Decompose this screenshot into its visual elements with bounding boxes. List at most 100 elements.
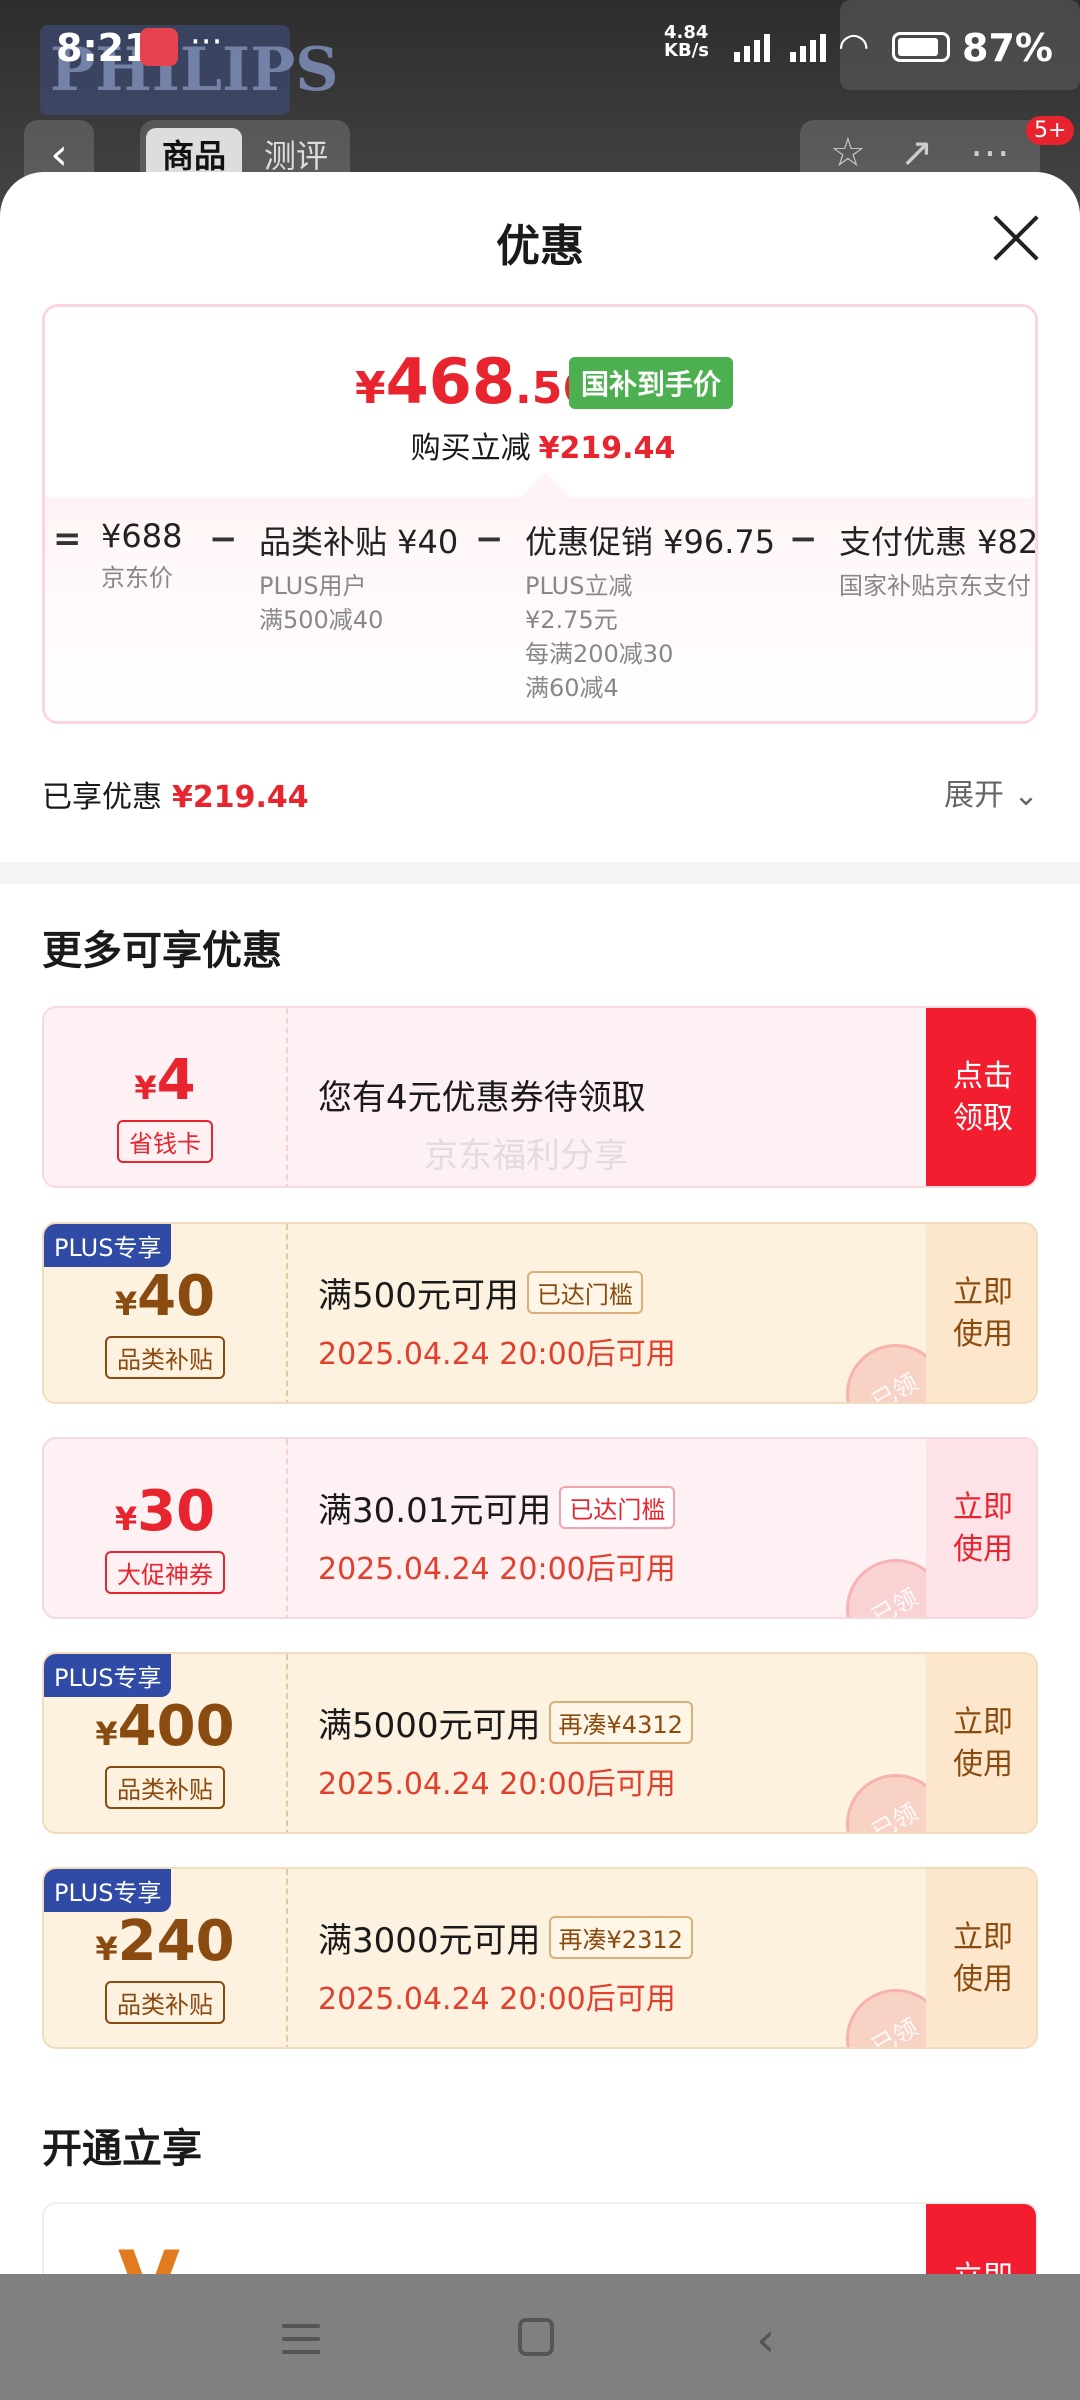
- app-notification-icon: [140, 28, 178, 66]
- coupon-amount: ¥400: [44, 1694, 286, 1759]
- coupon-info: 您有4元优惠券待领取: [318, 1070, 646, 1119]
- button-line: 立即: [953, 1490, 1013, 1525]
- coupon-condition-text: 满500元可用: [318, 1276, 519, 1316]
- coupon-divider: [286, 1439, 288, 1617]
- coupon-divider: [286, 1654, 288, 1832]
- button-line: 立即: [953, 1705, 1013, 1740]
- button-line: 立即: [953, 1275, 1013, 1310]
- coupon-type-label: 省钱卡: [117, 1120, 213, 1163]
- currency-symbol: ¥: [114, 1285, 138, 1323]
- coupon-amount-value: 30: [137, 1479, 216, 1544]
- coupon-value-area: ¥4 省钱卡: [44, 1008, 286, 1186]
- final-price: ¥468.56: [355, 345, 593, 418]
- coupon-info: 满3000元可用 再凑¥2312 2025.04.24 20:00后可用: [318, 1913, 693, 2018]
- coupon-info: 满30.01元可用 已达门槛 2025.04.24 20:00后可用: [318, 1483, 676, 1588]
- recent-apps-icon[interactable]: [282, 2324, 320, 2354]
- coupon-type: 品类补贴: [44, 1981, 286, 2024]
- coupon-amount: ¥30: [44, 1479, 286, 1544]
- use-button[interactable]: 立即 使用: [926, 1439, 1036, 1617]
- coupon-valid-time: 2025.04.24 20:00后可用: [318, 1767, 676, 1802]
- coupon-divider: [286, 1224, 288, 1402]
- price-breakdown[interactable]: = ¥688 京东价 − 品类补贴 ¥40 PLUS用户 满500减40 − 优惠…: [45, 517, 1038, 717]
- expand-label: 展开: [944, 778, 1004, 813]
- coupon-card[interactable]: ¥40 品类补贴 PLUS专享 满500元可用 已达门槛 2025.04.24 2…: [42, 1222, 1038, 1404]
- claim-button[interactable]: 点击 领取: [926, 1008, 1036, 1186]
- breakdown-item: 支付优惠 ¥82. 国家补贴京东支付: [839, 517, 1038, 603]
- chevron-down-icon: ⌄: [1013, 778, 1039, 813]
- more-icon[interactable]: ⋯: [970, 130, 1010, 176]
- equals-sign: =: [53, 519, 82, 559]
- back-nav-icon[interactable]: ‹: [756, 2312, 775, 2368]
- more-offers-title: 更多可享优惠: [42, 928, 282, 974]
- coupon-divider: [286, 1869, 288, 2047]
- instant-discount-label: 购买立减: [410, 431, 531, 466]
- minus-sign: −: [209, 519, 238, 559]
- coupon-card[interactable]: ¥4 省钱卡 您有4元优惠券待领取 京东福利分享 点击 领取: [42, 1006, 1038, 1188]
- currency-symbol: ¥: [114, 1500, 138, 1538]
- breakdown-note-line: ¥2.75元: [525, 606, 618, 634]
- watermark-text: 京东福利分享: [424, 1136, 628, 1176]
- plus-exclusive-badge: PLUS专享: [44, 1654, 172, 1697]
- close-icon[interactable]: [990, 212, 1042, 264]
- coupon-info: 满500元可用 已达门槛 2025.04.24 20:00后可用: [318, 1268, 676, 1373]
- section-divider: [0, 862, 1080, 884]
- coupon-card[interactable]: ¥400 品类补贴 PLUS专享 满5000元可用 再凑¥4312 2025.04…: [42, 1652, 1038, 1834]
- coupon-valid-time: 2025.04.24 20:00后可用: [318, 1552, 676, 1587]
- star-icon[interactable]: ☆: [830, 130, 866, 176]
- currency-symbol: ¥: [134, 1069, 157, 1107]
- sheet-title: 优惠: [496, 221, 584, 272]
- button-line: 点击: [953, 1059, 1013, 1094]
- threshold-tag: 已达门槛: [559, 1486, 676, 1529]
- coupon-condition: 满5000元可用 再凑¥4312: [318, 1698, 693, 1747]
- breakdown-value: 支付优惠 ¥82.: [839, 523, 1038, 561]
- price-integer: 468: [385, 345, 516, 418]
- use-button[interactable]: 立即 使用: [926, 1654, 1036, 1832]
- breakdown-note-line: 满60减4: [525, 674, 619, 702]
- breakdown-note-line: 满500减40: [259, 606, 384, 634]
- instant-discount-value: ¥219.44: [538, 431, 676, 466]
- signal-icon: [734, 34, 826, 62]
- breakdown-note-line: PLUS立减: [525, 572, 633, 600]
- breakdown-note: PLUS用户 满500减40: [259, 569, 458, 637]
- battery-percent: 87%: [962, 26, 1053, 70]
- share-icon[interactable]: ↗: [900, 130, 934, 176]
- breakdown-value: 品类补贴 ¥40: [259, 523, 459, 561]
- breakdown-note: PLUS立减 ¥2.75元每满200减30 满60减4: [525, 569, 775, 705]
- use-button[interactable]: 立即 使用: [926, 1224, 1036, 1402]
- breakdown-item: 品类补贴 ¥40 PLUS用户 满500减40: [259, 517, 458, 637]
- breakdown-note: 国家补贴京东支付: [839, 572, 1031, 600]
- coupon-condition: 您有4元优惠券待领取: [318, 1078, 646, 1118]
- minus-sign: −: [475, 519, 504, 559]
- expand-button[interactable]: 展开 ⌄: [944, 770, 1039, 814]
- threshold-tag: 已达门槛: [526, 1271, 643, 1314]
- threshold-tag: 再凑¥4312: [548, 1701, 693, 1744]
- coupon-type: 省钱卡: [44, 1120, 286, 1163]
- home-icon[interactable]: [518, 2318, 554, 2356]
- breakdown-note-line: 每满200减30: [525, 640, 674, 668]
- status-time: 8:21: [56, 26, 151, 70]
- price-summary-card: ¥468.56 国补到手价 购买立减 ¥219.44 = ¥688 京东价 − 品…: [42, 304, 1038, 724]
- coupon-type: 品类补贴: [44, 1766, 286, 1809]
- coupon-condition-text: 满3000元可用: [318, 1921, 541, 1961]
- coupon-type-label: 大促神券: [105, 1551, 225, 1594]
- minus-sign: −: [789, 519, 818, 559]
- breakdown-note: 京东价: [101, 564, 173, 592]
- coupon-value-area: ¥30 大促神券: [44, 1439, 286, 1617]
- coupon-valid-time: 2025.04.24 20:00后可用: [318, 1982, 676, 2017]
- coupon-type: 大促神券: [44, 1551, 286, 1594]
- network-speed-unit: KB/s: [664, 40, 709, 61]
- coupon-amount: ¥4: [44, 1048, 286, 1113]
- coupon-type: 品类补贴: [44, 1336, 286, 1379]
- use-button[interactable]: 立即 使用: [926, 1869, 1036, 2047]
- coupon-condition-text: 满5000元可用: [318, 1706, 541, 1746]
- breakdown-note-line: PLUS用户: [259, 572, 367, 600]
- coupon-amount-value: 400: [117, 1694, 235, 1759]
- enjoyed-value: ¥219.44: [172, 780, 309, 815]
- coupon-card[interactable]: ¥30 大促神券 满30.01元可用 已达门槛 2025.04.24 20:00后…: [42, 1437, 1038, 1619]
- button-line: 使用: [953, 1317, 1013, 1352]
- breakdown-value: ¥688: [101, 517, 183, 555]
- coupon-type-label: 品类补贴: [105, 1981, 225, 2024]
- coupon-card[interactable]: ¥240 品类补贴 PLUS专享 满3000元可用 再凑¥2312 2025.04…: [42, 1867, 1038, 2049]
- message-badge: 5+: [1026, 116, 1075, 145]
- more-notifications-icon: ···: [190, 22, 223, 62]
